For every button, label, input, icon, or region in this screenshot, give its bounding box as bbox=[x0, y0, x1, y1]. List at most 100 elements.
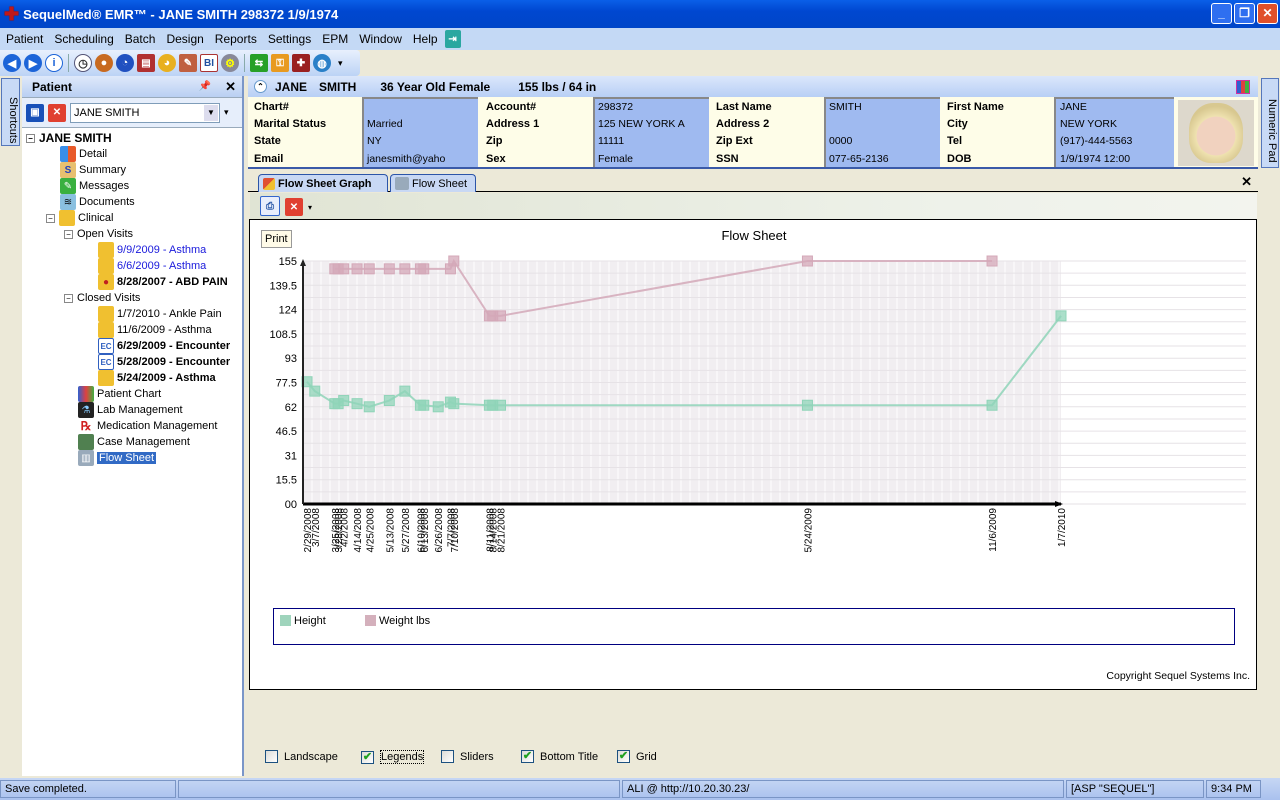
tab-flow-sheet-graph[interactable]: Flow Sheet Graph bbox=[258, 174, 388, 192]
menu-reports[interactable]: Reports bbox=[211, 32, 264, 46]
patient-select[interactable]: JANE SMITH ▼ bbox=[70, 102, 220, 123]
option-sliders[interactable]: Sliders bbox=[441, 750, 494, 763]
chevron-down-icon[interactable]: ▼ bbox=[204, 104, 218, 121]
collapse-header-icon[interactable]: ⌃ bbox=[254, 80, 267, 93]
tree-item-open-visits[interactable]: − Open Visits bbox=[64, 226, 133, 242]
bi-icon[interactable]: BI bbox=[200, 54, 218, 72]
delete-icon[interactable]: ✕ bbox=[48, 103, 66, 122]
panel-overflow-icon[interactable]: ▾ bbox=[224, 107, 229, 118]
tree-item-summary[interactable]: S Summary bbox=[60, 162, 126, 178]
patient-select-value: JANE SMITH bbox=[74, 106, 140, 119]
books-icon[interactable]: ▤ bbox=[137, 54, 155, 72]
visit-item[interactable]: 5/24/2009 - Asthma bbox=[98, 370, 216, 386]
palette-icon[interactable]: ◕ bbox=[158, 54, 176, 72]
value-email: janesmith@yaho bbox=[367, 153, 446, 165]
settings-icon[interactable]: ⚙ bbox=[221, 54, 239, 72]
clock-icon[interactable]: ◷ bbox=[74, 54, 92, 72]
menu-design[interactable]: Design bbox=[162, 32, 210, 46]
visit-item[interactable]: EC 5/28/2009 - Encounter bbox=[98, 354, 230, 370]
info-icon[interactable]: i bbox=[45, 54, 63, 72]
tree-item-detail[interactable]: Detail bbox=[60, 146, 107, 162]
y-tick-label: 124 bbox=[279, 305, 297, 317]
menu-help[interactable]: Help bbox=[409, 32, 445, 46]
visit-item[interactable]: 11/6/2009 - Asthma bbox=[98, 322, 212, 338]
y-tick-label: 93 bbox=[285, 353, 297, 365]
menu-batch[interactable]: Batch bbox=[121, 32, 163, 46]
menu-scheduling[interactable]: Scheduling bbox=[50, 32, 120, 46]
menu-settings[interactable]: Settings bbox=[264, 32, 318, 46]
chart-toggle-icon[interactable] bbox=[1236, 79, 1250, 94]
collapse-icon[interactable]: − bbox=[46, 213, 55, 223]
back-icon[interactable]: ◀ bbox=[3, 54, 21, 72]
tree-item-closed-visits[interactable]: − Closed Visits bbox=[64, 290, 140, 306]
data-point bbox=[448, 398, 460, 410]
visit-icon bbox=[98, 258, 114, 274]
tree-item-documents[interactable]: ≋ Documents bbox=[60, 194, 135, 210]
patient-first-name: JANE bbox=[275, 79, 308, 94]
tree-item-case-management[interactable]: Case Management bbox=[78, 434, 190, 450]
tree-item-medication-management[interactable]: ℞ Medication Management bbox=[78, 418, 218, 434]
panel-close-icon[interactable]: ✕ bbox=[225, 79, 236, 95]
patient-photo bbox=[1178, 100, 1254, 166]
checkbox-sliders[interactable] bbox=[441, 750, 454, 763]
users-icon[interactable]: ● bbox=[95, 54, 113, 72]
toolbar-overflow-icon[interactable]: ▾ bbox=[308, 203, 312, 212]
checkbox-bottom-title[interactable]: ✔ bbox=[521, 750, 534, 763]
checkbox-legends[interactable]: ✔ bbox=[361, 750, 374, 764]
menu-epm[interactable]: EPM bbox=[318, 32, 355, 46]
exit-icon[interactable]: ⇥ bbox=[444, 30, 461, 48]
status-server: ALI @ http://10.20.30.23/ bbox=[622, 780, 1064, 798]
tree-item-lab-management[interactable]: ⚗ Lab Management bbox=[78, 402, 183, 418]
restore-button[interactable]: ❐ bbox=[1234, 3, 1255, 24]
tree-item-messages[interactable]: ✎ Messages bbox=[60, 178, 129, 194]
print-icon[interactable]: ⎙ bbox=[260, 196, 280, 216]
close-tab-icon[interactable]: ✕ bbox=[1241, 174, 1252, 190]
visit-label: 1/7/2010 - Ankle Pain bbox=[117, 308, 222, 320]
tab-flow-sheet[interactable]: Flow Sheet bbox=[390, 174, 476, 192]
forward-icon[interactable]: ▶ bbox=[24, 54, 42, 72]
shortcuts-tab[interactable]: Shortcuts bbox=[1, 78, 20, 146]
collapse-icon[interactable]: − bbox=[64, 293, 73, 303]
close-graph-icon[interactable]: ✕ bbox=[285, 198, 303, 216]
tree-item-clinical[interactable]: − Clinical bbox=[46, 210, 113, 226]
data-point bbox=[309, 385, 321, 397]
visit-item[interactable]: 1/7/2010 - Ankle Pain bbox=[98, 306, 222, 322]
schedule-icon[interactable]: ◔ bbox=[116, 54, 134, 72]
summary-icon: S bbox=[60, 162, 76, 178]
visit-label: 8/28/2007 - ABD PAIN bbox=[117, 276, 228, 288]
label-ssn: SSN bbox=[716, 153, 739, 165]
tree-item-patient-chart[interactable]: Patient Chart bbox=[78, 386, 161, 402]
tree-item-flow-sheet[interactable]: ▥ Flow Sheet bbox=[78, 450, 157, 466]
folder-icon bbox=[59, 210, 75, 226]
checkbox-grid[interactable]: ✔ bbox=[617, 750, 630, 763]
refresh-icon[interactable]: ⇆ bbox=[250, 54, 268, 72]
visit-item[interactable]: 6/6/2009 - Asthma bbox=[98, 258, 206, 274]
menu-patient[interactable]: Patient bbox=[2, 32, 50, 46]
tree-root[interactable]: − JANE SMITH bbox=[26, 130, 112, 146]
save-icon[interactable]: ▣ bbox=[26, 103, 44, 122]
option-landscape[interactable]: Landscape bbox=[265, 750, 338, 763]
collapse-icon[interactable]: − bbox=[26, 133, 35, 143]
globe-icon[interactable]: ◍ bbox=[313, 54, 331, 72]
menu-window[interactable]: Window bbox=[355, 32, 409, 46]
option-legends[interactable]: ✔ Legends bbox=[361, 750, 425, 764]
visit-item[interactable]: EC 6/29/2009 - Encounter bbox=[98, 338, 230, 354]
lock-icon[interactable]: ✚ bbox=[292, 54, 310, 72]
option-grid[interactable]: ✔ Grid bbox=[617, 750, 657, 763]
notes-icon[interactable]: ✎ bbox=[179, 54, 197, 72]
visit-item[interactable]: 9/9/2009 - Asthma bbox=[98, 242, 206, 258]
checkbox-landscape[interactable] bbox=[265, 750, 278, 763]
shortcuts-tab-label: Shortcuts bbox=[7, 96, 19, 144]
option-bottom-title[interactable]: ✔ Bottom Title bbox=[521, 750, 598, 763]
close-button[interactable]: ✕ bbox=[1257, 3, 1278, 24]
pin-icon[interactable]: 📌 bbox=[199, 81, 211, 92]
chart-container: Print Flow Sheet 00 15.5 31 46.5 62 77.5 93 108… bbox=[249, 219, 1257, 690]
visit-item[interactable]: ● 8/28/2007 - ABD PAIN bbox=[98, 274, 228, 290]
collapse-icon[interactable]: − bbox=[64, 229, 73, 239]
numeric-pad-tab[interactable]: Numeric Pad bbox=[1261, 78, 1279, 168]
toolbar-overflow-icon[interactable]: ▾ bbox=[338, 58, 343, 69]
tree-item-label: Medication Management bbox=[97, 420, 218, 432]
patient-panel-title: Patient bbox=[32, 79, 73, 94]
minimize-button[interactable]: _ bbox=[1211, 3, 1232, 24]
key-icon[interactable]: ⚿ bbox=[271, 54, 289, 72]
